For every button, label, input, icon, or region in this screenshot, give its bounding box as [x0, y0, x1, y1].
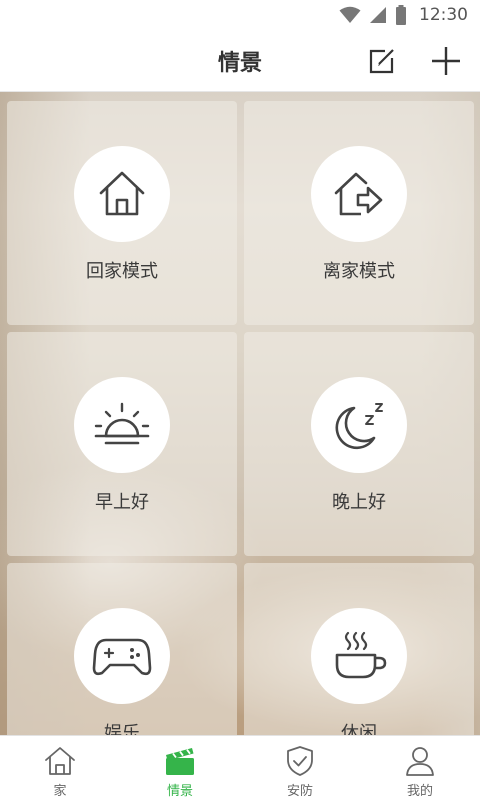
- scene-label: 娱乐: [104, 723, 140, 735]
- scene-card-good-evening[interactable]: 晚上好: [244, 332, 474, 556]
- scene-card-home[interactable]: 回家模式: [7, 101, 237, 325]
- scene-label: 早上好: [95, 492, 149, 513]
- nav-item-scenes[interactable]: 情景: [120, 736, 240, 800]
- moon-sleep-icon: [335, 403, 383, 450]
- scene-icon-circle: [311, 146, 407, 242]
- scene-card-leisure[interactable]: 休闲: [244, 563, 474, 735]
- page-title: 情景: [217, 51, 262, 76]
- person-icon: [404, 744, 436, 778]
- status-bar: 12:30: [0, 0, 480, 30]
- house-outline-icon: [43, 744, 77, 778]
- scene-card-entertainment[interactable]: 娱乐: [7, 563, 237, 735]
- scene-label: 回家模式: [86, 261, 158, 282]
- nav-item-profile[interactable]: 我的: [360, 736, 480, 800]
- edit-button[interactable]: [364, 43, 400, 79]
- scene-icon-circle: [311, 377, 407, 473]
- scene-label: 离家模式: [323, 261, 395, 282]
- leave-home-icon: [334, 172, 383, 216]
- scene-icon-circle: [311, 608, 407, 704]
- home-icon: [99, 171, 145, 216]
- nav-label: 安防: [286, 784, 313, 799]
- plus-icon: [432, 47, 460, 75]
- coffee-cup-icon: [335, 631, 387, 679]
- app-bar: 情景: [0, 30, 480, 92]
- scene-card-leave-home[interactable]: 离家模式: [244, 101, 474, 325]
- clapperboard-icon: [164, 744, 196, 778]
- scene-grid: 回家模式 离家模式 早上好 晚上好 娱乐 休闲: [7, 101, 474, 735]
- nav-item-home[interactable]: 家: [0, 736, 120, 800]
- scene-list-area[interactable]: 回家模式 离家模式 早上好 晚上好 娱乐 休闲: [0, 92, 480, 735]
- scene-label: 休闲: [341, 723, 377, 735]
- edit-icon: [369, 49, 394, 74]
- add-scene-button[interactable]: [428, 43, 464, 79]
- scene-card-good-morning[interactable]: 早上好: [7, 332, 237, 556]
- scene-icon-circle: [74, 377, 170, 473]
- wifi-icon: [339, 6, 361, 24]
- scene-icon-circle: [74, 608, 170, 704]
- nav-label: 我的: [406, 784, 433, 799]
- bottom-nav: 家 情景 安防 我的: [0, 735, 480, 800]
- signal-icon: [369, 6, 387, 24]
- sunrise-icon: [94, 402, 150, 445]
- nav-item-security[interactable]: 安防: [240, 736, 360, 800]
- nav-label: 家: [53, 784, 67, 799]
- status-time: 12:30: [419, 5, 468, 25]
- scene-icon-circle: [74, 146, 170, 242]
- shield-check-icon: [285, 744, 315, 778]
- nav-label: 情景: [166, 784, 193, 799]
- gamepad-icon: [92, 638, 152, 676]
- battery-icon: [395, 5, 407, 25]
- scene-label: 晚上好: [332, 492, 386, 513]
